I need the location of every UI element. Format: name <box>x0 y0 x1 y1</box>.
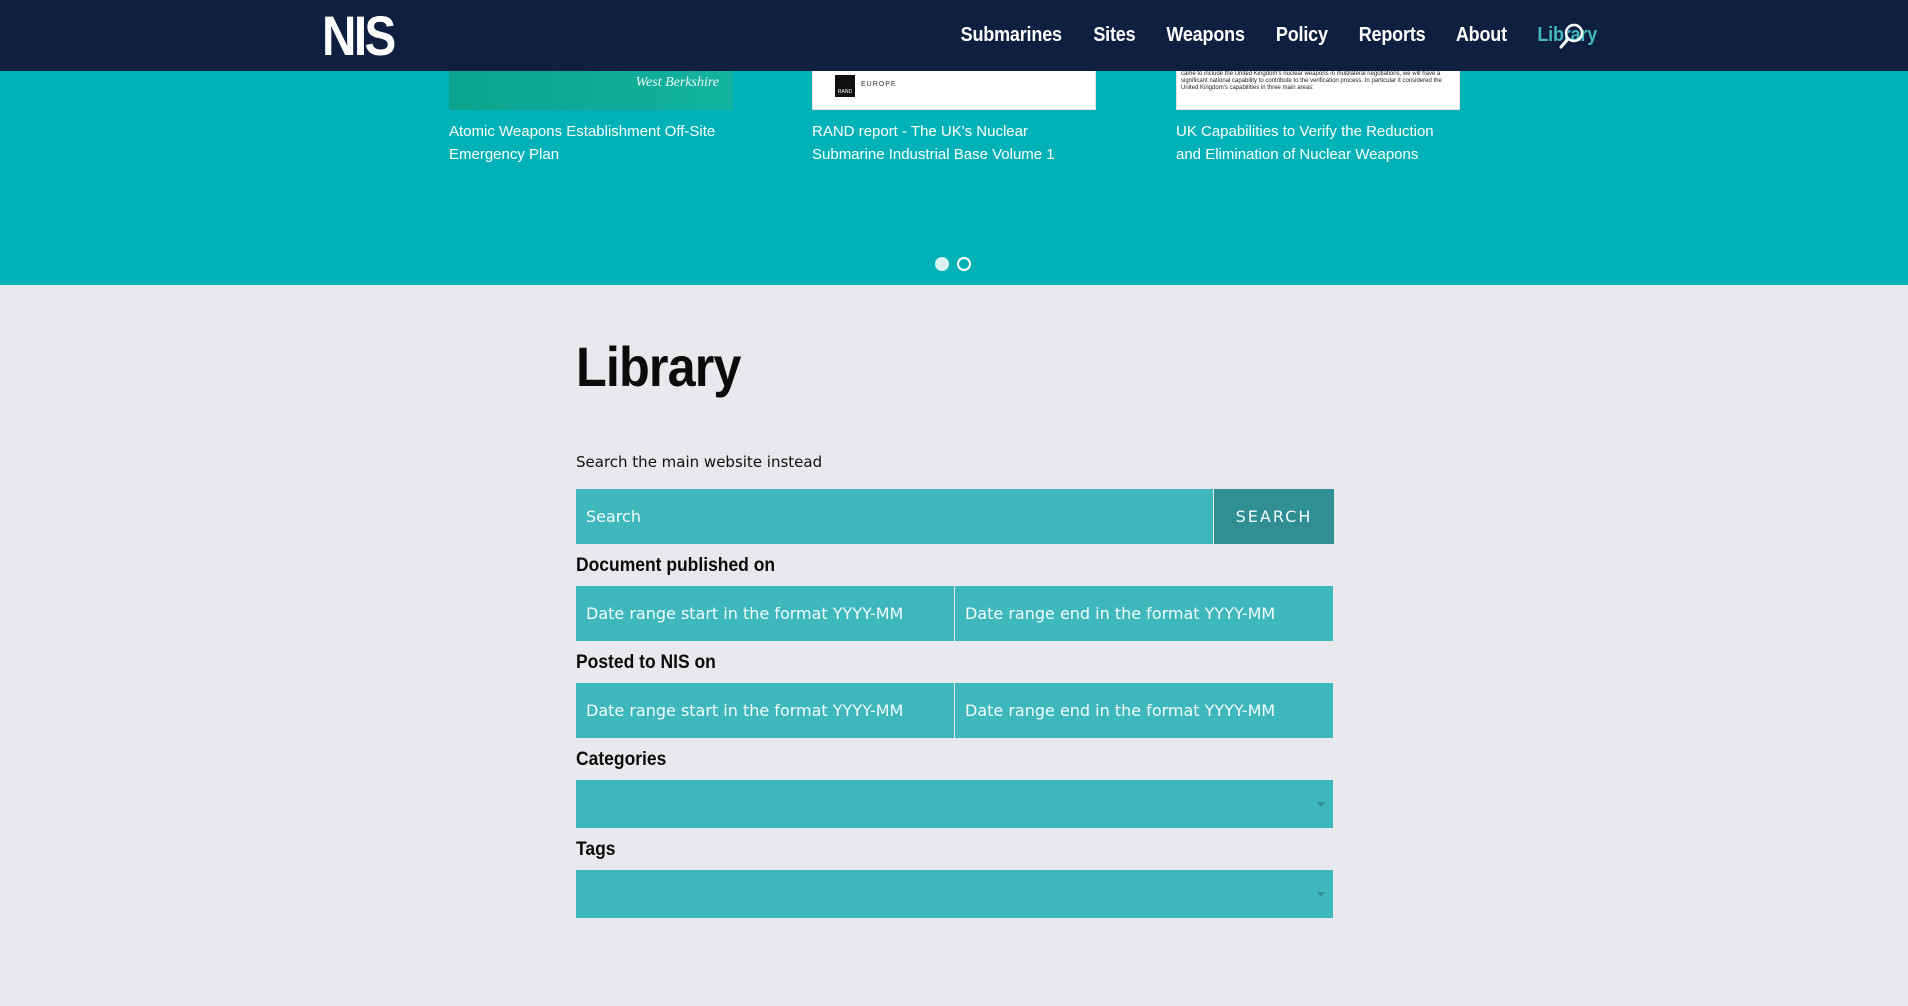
carousel-dot[interactable] <box>957 257 971 271</box>
nav-item-reports[interactable]: Reports <box>1359 24 1426 47</box>
nav-item-weapons[interactable]: Weapons <box>1167 24 1246 47</box>
carousel-pagination <box>935 257 971 271</box>
thumb-excerpt-text: came to include the United Kingdom's nuc… <box>1181 71 1442 91</box>
slide-caption[interactable]: UK Capabilities to Verify the Reduction … <box>1176 120 1460 166</box>
tags-select[interactable] <box>576 870 1333 918</box>
library-main: Library Search the main website instead … <box>576 285 1334 918</box>
search-button[interactable]: SEARCH <box>1214 489 1334 544</box>
search-input[interactable] <box>576 489 1213 544</box>
carousel-slide[interactable]: West Berkshire Atomic Weapons Establishm… <box>449 71 733 166</box>
nav-item-policy[interactable]: Policy <box>1276 24 1328 47</box>
categories-label: Categories <box>576 749 667 770</box>
search-icon[interactable] <box>1558 22 1586 50</box>
slide-caption[interactable]: RAND report - The UK's Nuclear Submarine… <box>812 120 1096 166</box>
published-start-input[interactable] <box>576 586 954 641</box>
posted-start-input[interactable] <box>576 683 954 738</box>
slide-thumbnail[interactable]: RAND EUROPE <box>812 71 1096 110</box>
carousel-slide[interactable]: came to include the United Kingdom's nuc… <box>1176 71 1460 166</box>
posted-label: Posted to NIS on <box>576 652 716 673</box>
nav-item-about[interactable]: About <box>1456 24 1507 47</box>
thumb-brand-text: West Berkshire <box>635 75 719 90</box>
slide-caption[interactable]: Atomic Weapons Establishment Off-Site Em… <box>449 120 733 166</box>
carousel-slide[interactable]: RAND EUROPE RAND report - The UK's Nucle… <box>812 71 1096 166</box>
page-title: Library <box>576 335 741 398</box>
slide-thumbnail[interactable]: came to include the United Kingdom's nuc… <box>1176 71 1460 110</box>
thumb-logo: RAND <box>835 75 855 97</box>
site-header: NIS Submarines Sites Weapons Policy Repo… <box>0 0 1908 71</box>
carousel-dot[interactable] <box>935 257 949 271</box>
main-nav: Submarines Sites Weapons Policy Reports … <box>955 0 1601 71</box>
featured-carousel: West Berkshire Atomic Weapons Establishm… <box>0 71 1908 285</box>
thumb-brand-text: EUROPE <box>861 81 897 88</box>
posted-end-input[interactable] <box>955 683 1333 738</box>
site-logo[interactable]: NIS <box>322 8 396 64</box>
search-main-site-link[interactable]: Search the main website instead <box>576 453 822 471</box>
published-end-input[interactable] <box>955 586 1333 641</box>
slide-thumbnail[interactable]: West Berkshire <box>449 71 733 110</box>
posted-date-range <box>576 683 1333 738</box>
tags-label: Tags <box>576 839 616 860</box>
published-date-range <box>576 586 1333 641</box>
library-search-bar: SEARCH <box>576 489 1334 544</box>
chevron-down-icon <box>1317 892 1325 897</box>
chevron-down-icon <box>1317 802 1325 807</box>
categories-select[interactable] <box>576 780 1333 828</box>
nav-item-submarines[interactable]: Submarines <box>961 24 1062 47</box>
nav-item-sites[interactable]: Sites <box>1094 24 1136 47</box>
published-label: Document published on <box>576 555 776 576</box>
